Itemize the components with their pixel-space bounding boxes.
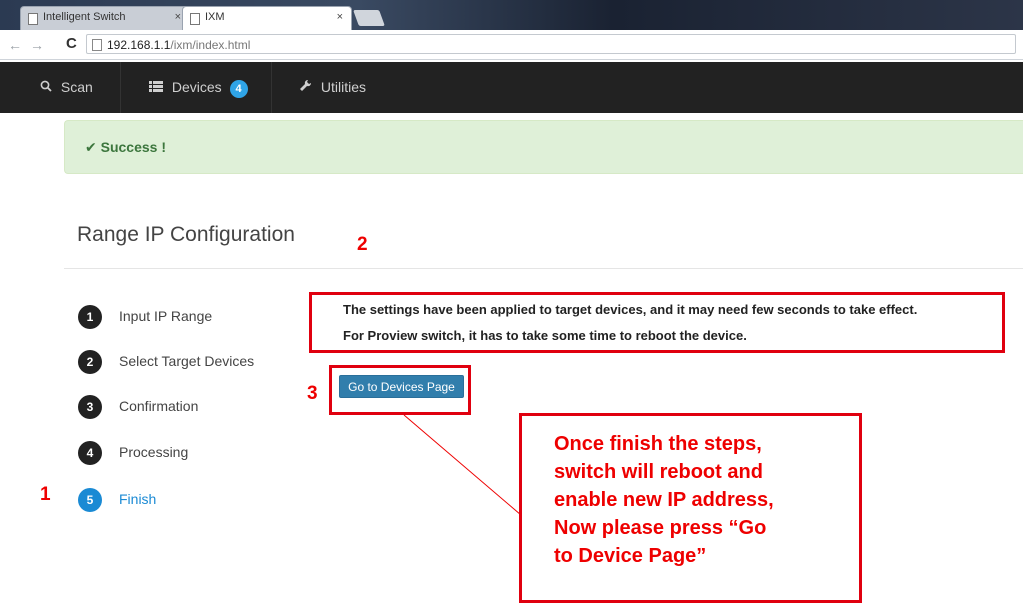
result-line-1: The settings have been applied to target… xyxy=(343,302,918,317)
nav-devices-label: Devices xyxy=(171,79,222,95)
step-label: Finish xyxy=(119,491,157,507)
step-number: 1 xyxy=(78,305,102,329)
success-message: Success ! xyxy=(100,139,166,155)
url-host: 192.168.1.1 xyxy=(107,38,171,52)
step-label: Input IP Range xyxy=(119,308,213,324)
list-icon xyxy=(149,79,167,95)
browser-tab-ixm[interactable]: IXM × xyxy=(182,6,352,30)
step-number: 5 xyxy=(78,488,102,512)
close-tab-icon[interactable]: × xyxy=(175,11,181,23)
nav-scan[interactable]: Scan xyxy=(18,62,115,113)
step-label: Confirmation xyxy=(119,398,199,414)
tab-title: IXM xyxy=(205,11,225,23)
result-message-highlight: The settings have been applied to target… xyxy=(309,292,1005,353)
annotation-number-3: 3 xyxy=(307,383,318,404)
close-tab-icon[interactable]: × xyxy=(337,11,343,23)
address-bar-row: ← → C 192.168.1.1/ixm/index.html xyxy=(0,30,1023,60)
browser-tab-bar: Intelligent Switch × IXM × xyxy=(0,0,1023,30)
new-tab-button[interactable] xyxy=(353,10,385,26)
check-icon: ✔ xyxy=(85,139,97,155)
step-number: 2 xyxy=(78,350,102,374)
callout-text: Once finish the steps, switch will reboo… xyxy=(554,433,774,567)
devices-count-badge: 4 xyxy=(229,80,248,98)
step-label: Processing xyxy=(119,444,189,460)
back-arrow-icon[interactable]: ← xyxy=(8,37,22,53)
tab-title: Intelligent Switch xyxy=(43,11,126,23)
forward-arrow-icon[interactable]: → xyxy=(30,37,44,53)
url-path: /ixm/index.html xyxy=(170,38,251,52)
annotation-number-1: 1 xyxy=(40,484,51,505)
page-icon xyxy=(190,13,200,25)
nav-utilities[interactable]: Utilities xyxy=(277,62,388,113)
url-input[interactable]: 192.168.1.1/ixm/index.html xyxy=(86,34,1016,54)
reload-icon[interactable]: C xyxy=(66,35,77,52)
step-number: 4 xyxy=(78,441,102,465)
wrench-icon xyxy=(299,79,316,95)
app-navbar: Scan Devices 4 Utilities xyxy=(0,62,1023,113)
annotation-number-2: 2 xyxy=(357,234,368,255)
go-to-devices-button[interactable]: Go to Devices Page xyxy=(339,375,464,398)
nav-scan-label: Scan xyxy=(60,79,93,95)
result-line-2: For Proview switch, it has to take some … xyxy=(343,328,747,343)
step-number: 3 xyxy=(78,395,102,419)
success-alert: ✔ Success ! xyxy=(64,120,1023,174)
nav-utilities-label: Utilities xyxy=(320,79,367,95)
browser-tab-intelligent-switch[interactable]: Intelligent Switch × xyxy=(20,6,190,30)
nav-devices[interactable]: Devices 4 xyxy=(120,62,272,113)
page-title: Range IP Configuration xyxy=(77,223,295,246)
page-icon xyxy=(28,13,38,25)
search-icon xyxy=(40,79,56,95)
step-label: Select Target Devices xyxy=(119,353,255,369)
divider xyxy=(64,268,1023,269)
page-icon xyxy=(92,39,102,51)
instruction-callout: Once finish the steps, switch will reboo… xyxy=(519,413,862,603)
